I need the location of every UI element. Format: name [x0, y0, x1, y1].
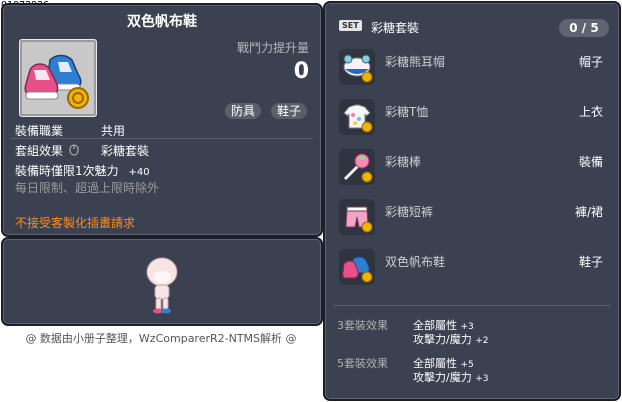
set-item[interactable]: 彩糖T恤 上衣	[339, 99, 609, 135]
job-value: 共用	[101, 124, 126, 138]
shoes-icon	[24, 54, 89, 109]
stat-name: 攻擊力/魔力	[413, 371, 472, 384]
set-item-name: 彩糖短裤	[385, 205, 434, 219]
set-effect-5-label: 5套裝效果	[337, 357, 388, 370]
avatar-preview	[1, 237, 323, 326]
set-item-slot: 上衣	[578, 105, 603, 119]
set-item[interactable]: 彩糖短裤 褲/裙	[339, 199, 609, 235]
item-image-frame	[19, 39, 97, 117]
set-item[interactable]: 彩糖棒 裝備	[339, 149, 609, 185]
stat-value: +2	[475, 336, 489, 346]
stat-value: +3	[475, 374, 489, 384]
set-effect-3-line: 攻擊力/魔力 +2	[413, 331, 489, 347]
charm-row: 裝備時僅限1次魅力 +40	[15, 162, 150, 179]
set-item-slot: 鞋子	[578, 255, 603, 269]
set-effect-value: 彩糖套裝	[101, 144, 150, 158]
job-label: 裝備職業	[15, 124, 64, 138]
set-item[interactable]: 彩糖熊耳帽 帽子	[339, 49, 609, 85]
job-row: 裝備職業 共用	[15, 122, 125, 139]
set-item-name: 彩糖T恤	[385, 105, 429, 119]
hat-icon	[339, 49, 375, 85]
set-badge: SET	[339, 20, 362, 31]
item-name: 双色帆布鞋	[127, 14, 197, 30]
set-effect-3-label: 3套裝效果	[337, 319, 388, 332]
tag-armor: 防具	[225, 103, 262, 119]
shirt-icon	[339, 99, 375, 135]
set-item-name: 彩糖熊耳帽	[385, 55, 446, 69]
set-name: 彩糖套裝	[371, 21, 420, 35]
mouse-icon	[69, 144, 79, 156]
combat-power-value: 0	[293, 59, 309, 84]
divider	[333, 305, 611, 306]
set-item-name: 双色帆布鞋	[385, 255, 446, 269]
warning-text: 不接受客製化插畫請求	[15, 216, 136, 230]
set-item-slot: 帽子	[578, 55, 603, 69]
shoes-icon	[339, 249, 375, 285]
set-effect-label: 套組效果	[15, 144, 64, 158]
charm-text: 裝備時僅限1次魅力	[15, 164, 119, 178]
credit-text: @ 数据由小册子整理，WzComparerR2-NTMS解析 @	[25, 332, 297, 345]
set-item-slot: 裝備	[578, 155, 603, 169]
set-effect-5-line: 攻擊力/魔力 +3	[413, 369, 489, 385]
item-tooltip: 双色帆布鞋 戰鬥力提升量 0 防具 鞋子 裝備職業 共用 套組效果 彩糖套裝 裝…	[1, 3, 323, 237]
charm-value: +40	[128, 167, 150, 178]
set-count: 0 / 5	[559, 19, 609, 37]
combat-power-label: 戰鬥力提升量	[236, 41, 309, 55]
set-item[interactable]: 双色帆布鞋 鞋子	[339, 249, 609, 285]
set-effect-row: 套組效果 彩糖套裝	[15, 142, 149, 159]
tag-shoes: 鞋子	[271, 103, 308, 119]
shorts-icon	[339, 199, 375, 235]
stat-name: 攻擊力/魔力	[413, 333, 472, 346]
set-panel: SET 彩糖套裝 0 / 5 彩糖熊耳帽 帽子 彩糖T恤 上衣 彩糖棒 裝備 彩…	[323, 1, 621, 401]
wand-icon	[339, 149, 375, 185]
set-item-name: 彩糖棒	[385, 155, 422, 169]
set-item-slot: 褲/裙	[574, 205, 603, 219]
limit-text: 每日限制、超過上限時除外	[15, 181, 160, 195]
divider	[11, 138, 313, 139]
avatar	[146, 257, 178, 314]
